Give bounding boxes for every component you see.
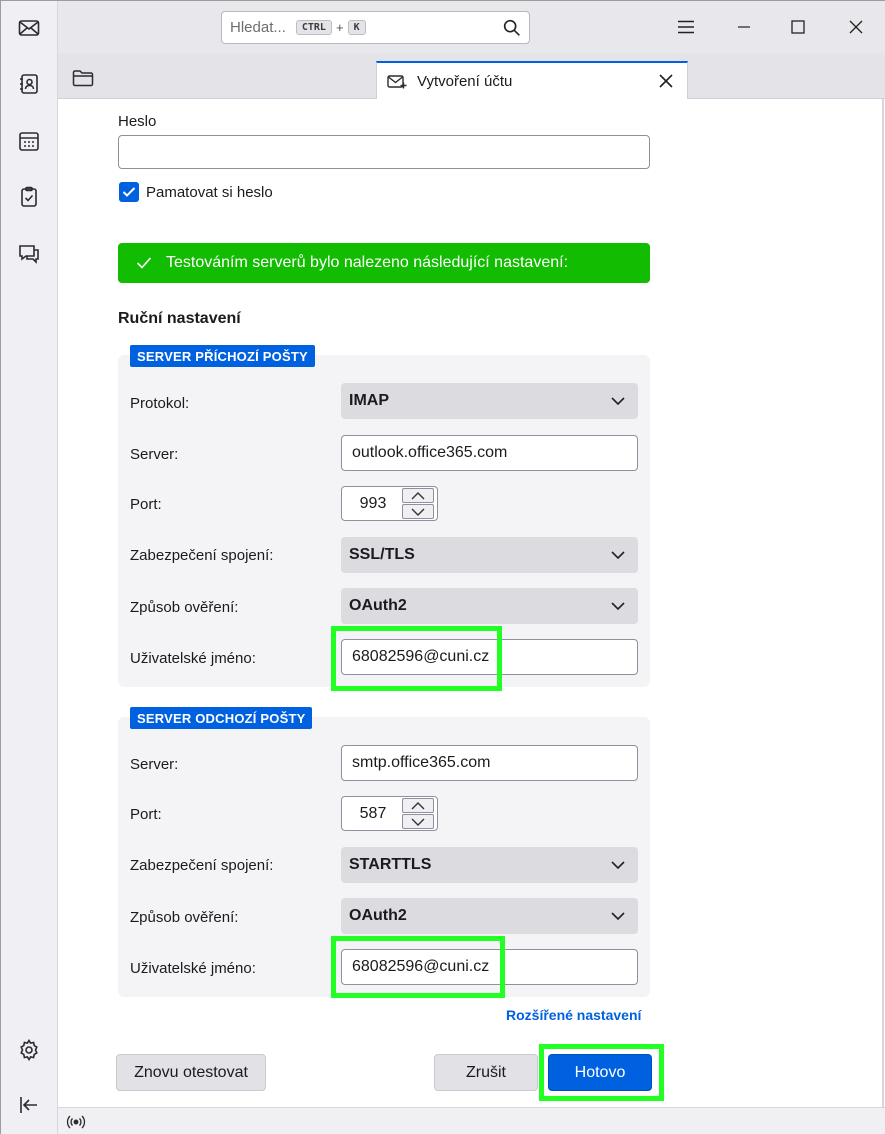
- maximize-icon[interactable]: [784, 13, 812, 41]
- tab-strip: Vytvoření účtu: [58, 53, 885, 100]
- outgoing-port-label: Port:: [130, 806, 162, 823]
- incoming-server-label: Server:: [130, 446, 179, 463]
- incoming-protocol-label: Protokol:: [130, 395, 190, 412]
- app-window: Hledat... CTRL + K Vytvoření účtu Heslo: [0, 0, 885, 1134]
- check-icon: [136, 257, 152, 269]
- highlight-box: [331, 626, 502, 691]
- remember-password-label: Pamatovat si heslo: [146, 184, 273, 201]
- incoming-security-select[interactable]: SSL/TLS: [341, 537, 638, 573]
- password-field[interactable]: [118, 135, 650, 169]
- incoming-username-label: Uživatelské jméno:: [130, 650, 256, 667]
- outgoing-auth-label: Způsob ověření:: [130, 909, 239, 926]
- calendar-icon[interactable]: [13, 125, 45, 157]
- port-decrement-button[interactable]: [402, 504, 434, 519]
- shortcut-k-key: K: [347, 20, 366, 35]
- outgoing-auth-select[interactable]: OAuth2: [341, 898, 638, 934]
- outgoing-security-value: STARTTLS: [349, 856, 432, 873]
- incoming-port-value: 993: [359, 494, 387, 512]
- search-placeholder: Hledat...: [230, 19, 286, 36]
- close-window-icon[interactable]: [842, 13, 870, 41]
- tab-title: Vytvoření účtu: [417, 73, 513, 90]
- title-bar: Hledat... CTRL + K: [58, 1, 885, 53]
- outgoing-port-stepper[interactable]: 587: [341, 796, 438, 831]
- minimize-icon[interactable]: [730, 13, 758, 41]
- spaces-toolbar: [1, 1, 58, 1134]
- outgoing-server-legend: SERVER ODCHOZÍ POŠTY: [130, 707, 313, 729]
- incoming-port-label: Port:: [130, 496, 162, 513]
- chat-icon[interactable]: [13, 237, 45, 269]
- search-icon[interactable]: [501, 17, 523, 39]
- port-decrement-button[interactable]: [402, 814, 434, 829]
- tab-account-setup[interactable]: Vytvoření účtu: [376, 61, 688, 100]
- status-bar: [58, 1107, 885, 1134]
- incoming-security-label: Zabezpečení spojení:: [130, 547, 274, 564]
- incoming-server-legend: SERVER PŘÍCHOZÍ POŠTY: [130, 345, 315, 367]
- outgoing-username-label: Uživatelské jméno:: [130, 960, 256, 977]
- collapse-sidebar-icon[interactable]: [13, 1089, 45, 1121]
- incoming-server-field[interactable]: outlook.office365.com: [341, 435, 638, 471]
- shortcut-ctrl-key: CTRL: [295, 20, 332, 35]
- success-message: Testováním serverů bylo nalezeno následu…: [166, 254, 569, 271]
- window-edge: [882, 99, 884, 1107]
- tasks-icon[interactable]: [13, 181, 45, 213]
- new-account-mail-icon: [387, 74, 407, 88]
- retest-button[interactable]: Znovu otestovat: [116, 1054, 266, 1091]
- outgoing-auth-value: OAuth2: [349, 907, 407, 924]
- chevron-down-icon: [611, 912, 625, 921]
- chevron-down-icon: [611, 861, 625, 870]
- password-label: Heslo: [118, 113, 157, 130]
- manual-setup-heading: Ruční nastavení: [118, 310, 241, 327]
- incoming-auth-value: OAuth2: [349, 597, 407, 614]
- incoming-auth-select[interactable]: OAuth2: [341, 588, 638, 624]
- remember-password-checkbox[interactable]: [119, 182, 139, 202]
- search-input[interactable]: Hledat... CTRL + K: [221, 11, 530, 44]
- account-setup-form: Heslo Pamatovat si heslo Testováním serv…: [58, 99, 885, 1107]
- incoming-protocol-select[interactable]: IMAP: [341, 383, 638, 419]
- incoming-port-stepper[interactable]: 993: [341, 486, 438, 521]
- highlight-box: [331, 936, 505, 998]
- cancel-button[interactable]: Zrušit: [434, 1054, 538, 1091]
- chevron-down-icon: [611, 397, 625, 406]
- folder-icon[interactable]: [72, 69, 94, 87]
- highlight-box: [539, 1044, 664, 1101]
- mail-icon[interactable]: [13, 12, 45, 44]
- outgoing-server-label: Server:: [130, 756, 179, 773]
- outgoing-port-value: 587: [359, 804, 387, 822]
- incoming-protocol-value: IMAP: [349, 392, 389, 409]
- settings-gear-icon[interactable]: [13, 1034, 45, 1066]
- outgoing-security-label: Zabezpečení spojení:: [130, 857, 274, 874]
- outgoing-server-field[interactable]: smtp.office365.com: [341, 745, 638, 781]
- tab-close-icon[interactable]: [657, 72, 675, 90]
- advanced-settings-link[interactable]: Rozšířené nastavení: [506, 1007, 641, 1023]
- incoming-auth-label: Způsob ověření:: [130, 599, 239, 616]
- app-menu-icon[interactable]: [672, 13, 700, 41]
- online-status-icon[interactable]: [66, 1112, 86, 1132]
- success-banner: Testováním serverů bylo nalezeno následu…: [118, 243, 650, 283]
- outgoing-security-select[interactable]: STARTTLS: [341, 847, 638, 883]
- port-increment-button[interactable]: [402, 798, 434, 813]
- chevron-down-icon: [611, 551, 625, 560]
- shortcut-plus: +: [335, 20, 344, 35]
- chevron-down-icon: [611, 602, 625, 611]
- port-increment-button[interactable]: [402, 488, 434, 503]
- address-book-icon[interactable]: [13, 68, 45, 100]
- incoming-security-value: SSL/TLS: [349, 546, 415, 563]
